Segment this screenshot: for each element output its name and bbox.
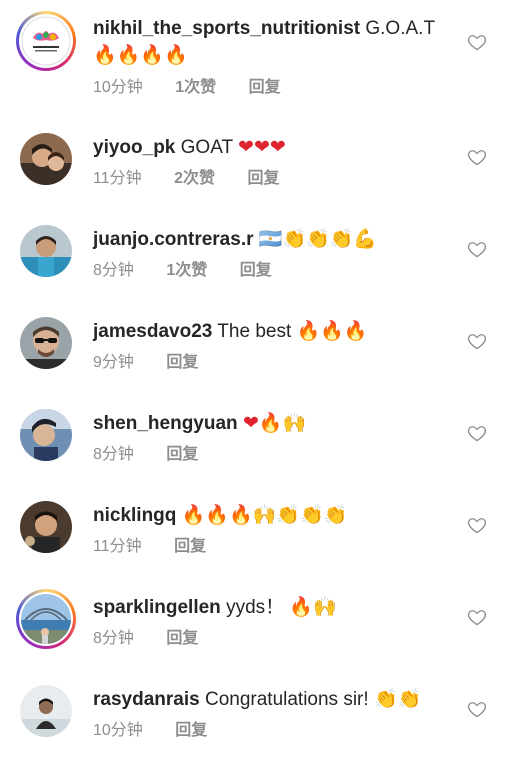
like-count[interactable]: 1次赞 xyxy=(166,256,207,280)
comment-text: sparklingellen yyds！ 🔥🙌 xyxy=(93,594,455,621)
avatar xyxy=(20,133,72,185)
comment-emoji: 🔥🔥🔥🙌👏👏👏 xyxy=(181,504,348,526)
like-count[interactable]: 1次赞 xyxy=(175,73,216,97)
avatar xyxy=(20,685,72,737)
comment-item: jamesdavo23 The best 🔥🔥🔥 9分钟 回复 xyxy=(0,302,515,394)
heart-outline-icon[interactable] xyxy=(467,32,487,52)
avatar xyxy=(20,409,72,461)
avatar-wrapper[interactable] xyxy=(16,405,76,465)
comment-text: jamesdavo23 The best 🔥🔥🔥 xyxy=(93,318,455,345)
heart-outline-icon[interactable] xyxy=(467,423,487,443)
timestamp: 11分钟 xyxy=(93,538,142,555)
comment-item: shen_hengyuan ❤🔥🙌 8分钟 回复 xyxy=(0,394,515,486)
comment-meta: 11分钟 2次赞 回复 xyxy=(93,164,279,188)
avatar xyxy=(21,16,71,66)
comment-body: G.O.A.T xyxy=(365,18,435,39)
comment-emoji: 👏👏 xyxy=(373,688,422,710)
timestamp: 9分钟 xyxy=(93,354,134,371)
timestamp: 10分钟 xyxy=(93,722,143,739)
reply-button[interactable]: 回复 xyxy=(166,348,198,372)
avatar-story-ring[interactable] xyxy=(16,589,76,649)
reply-button[interactable]: 回复 xyxy=(175,716,207,740)
heart-outline-icon[interactable] xyxy=(467,515,487,535)
comment-item: sparklingellen yyds！ 🔥🙌 8分钟 回复 xyxy=(0,578,515,670)
username[interactable]: jamesdavo23 xyxy=(93,321,212,342)
comment-text: rasydanrais Congratulations sir! 👏👏 xyxy=(93,686,455,713)
timestamp: 11分钟 xyxy=(93,170,142,187)
comment-body: GOAT xyxy=(180,137,233,158)
comment-meta: 11分钟 回复 xyxy=(93,532,206,556)
reply-button[interactable]: 回复 xyxy=(166,440,198,464)
username[interactable]: rasydanrais xyxy=(93,689,200,710)
avatar xyxy=(20,501,72,553)
comment-emoji: ❤❤❤ xyxy=(238,136,286,158)
comment-emoji: 🔥🔥🔥🔥 xyxy=(93,44,188,66)
avatar xyxy=(20,225,72,277)
username[interactable]: juanjo.contreras.r xyxy=(93,229,254,250)
comment-emoji: 🔥🙌 xyxy=(289,596,337,618)
comment-item: juanjo.contreras.r 🇦🇷👏👏👏💪 8分钟 1次赞 回复 xyxy=(0,210,515,302)
comment-text: nikhil_the_sports_nutritionist G.O.A.T 🔥… xyxy=(93,16,445,69)
reply-button[interactable]: 回复 xyxy=(249,73,281,97)
heart-outline-icon[interactable] xyxy=(467,699,487,719)
reply-button[interactable]: 回复 xyxy=(240,256,272,280)
avatar xyxy=(20,317,72,369)
comment-text: nicklingq 🔥🔥🔥🙌👏👏👏 xyxy=(93,502,455,529)
comment-meta: 8分钟 回复 xyxy=(93,440,198,464)
avatar-wrapper[interactable] xyxy=(16,221,76,281)
username[interactable]: yiyoo_pk xyxy=(93,137,175,158)
avatar-wrapper[interactable] xyxy=(16,129,76,189)
heart-outline-icon[interactable] xyxy=(467,607,487,627)
comment-meta: 8分钟 回复 xyxy=(93,624,198,648)
comment-body: yyds！ xyxy=(226,597,285,618)
reply-button[interactable]: 回复 xyxy=(247,164,279,188)
comment-meta: 10分钟 1次赞 回复 xyxy=(93,73,281,97)
comment-body: The best xyxy=(217,321,292,342)
comment-item: rasydanrais Congratulations sir! 👏👏 10分钟… xyxy=(0,670,515,762)
comment-meta: 10分钟 回复 xyxy=(93,716,207,740)
comment-emoji: 🔥🔥🔥 xyxy=(296,320,368,342)
like-count[interactable]: 2次赞 xyxy=(174,164,215,188)
username[interactable]: sparklingellen xyxy=(93,597,221,618)
heart-outline-icon[interactable] xyxy=(467,239,487,259)
username[interactable]: shen_hengyuan xyxy=(93,413,238,434)
username[interactable]: nikhil_the_sports_nutritionist xyxy=(93,18,360,39)
comment-text: yiyoo_pk GOAT ❤❤❤ xyxy=(93,134,455,161)
reply-button[interactable]: 回复 xyxy=(174,532,206,556)
avatar-wrapper[interactable] xyxy=(16,497,76,557)
comment-meta: 9分钟 回复 xyxy=(93,348,198,372)
reply-button[interactable]: 回复 xyxy=(166,624,198,648)
comment-item: nikhil_the_sports_nutritionist G.O.A.T 🔥… xyxy=(0,0,515,96)
comment-text: shen_hengyuan ❤🔥🙌 xyxy=(93,410,455,437)
comment-meta: 8分钟 1次赞 回复 xyxy=(93,256,272,280)
avatar xyxy=(21,594,71,644)
avatar-wrapper[interactable] xyxy=(16,313,76,373)
comment-text: juanjo.contreras.r 🇦🇷👏👏👏💪 xyxy=(93,226,455,253)
avatar-story-ring[interactable] xyxy=(16,11,76,71)
username[interactable]: nicklingq xyxy=(93,505,176,526)
comment-emoji: ❤🔥🙌 xyxy=(242,412,307,434)
avatar-wrapper[interactable] xyxy=(16,681,76,741)
timestamp: 8分钟 xyxy=(93,630,134,647)
heart-outline-icon[interactable] xyxy=(467,147,487,167)
comment-emoji: 🇦🇷👏👏👏💪 xyxy=(258,228,378,250)
timestamp: 10分钟 xyxy=(93,79,143,96)
timestamp: 8分钟 xyxy=(93,262,134,279)
comment-item: nicklingq 🔥🔥🔥🙌👏👏👏 11分钟 回复 xyxy=(0,486,515,578)
timestamp: 8分钟 xyxy=(93,446,134,463)
comment-item: yiyoo_pk GOAT ❤❤❤ 11分钟 2次赞 回复 xyxy=(0,118,515,210)
heart-outline-icon[interactable] xyxy=(467,331,487,351)
comment-body: Congratulations sir! xyxy=(204,689,369,710)
